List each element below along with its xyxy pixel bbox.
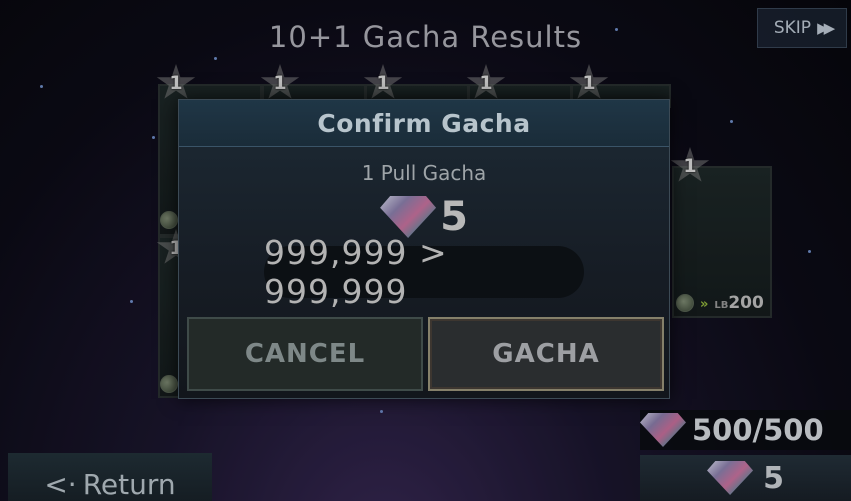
dialog-header: Confirm Gacha [179, 100, 669, 147]
gem-total-display: 500/500 [640, 410, 851, 450]
gem-balance-change: 999,999 > 999,999 [264, 233, 584, 311]
gem-icon [640, 413, 686, 447]
gem-icon [380, 196, 437, 238]
pull-again-cost: 5 [763, 460, 784, 496]
pull-type-label: 1 Pull Gacha [361, 161, 487, 185]
gacha-results-screen: 10+1 Gacha Results SKIP ▶▶ 1 1 1 1 1 1 1… [0, 0, 851, 501]
gem-total-value: 500/500 [692, 413, 824, 447]
pull-again-button[interactable]: 5 [640, 455, 851, 501]
dialog-title: Confirm Gacha [317, 108, 531, 138]
cancel-button[interactable]: CANCEL [187, 317, 423, 391]
gem-icon [707, 461, 754, 495]
return-label: Return [82, 468, 176, 501]
return-button[interactable]: <· Return [8, 453, 212, 501]
gacha-confirm-button[interactable]: GACHA [428, 317, 664, 391]
back-arrow-icon: <· [44, 468, 77, 501]
confirm-gacha-dialog: Confirm Gacha 1 Pull Gacha 5 999,999 > 9… [178, 99, 670, 399]
